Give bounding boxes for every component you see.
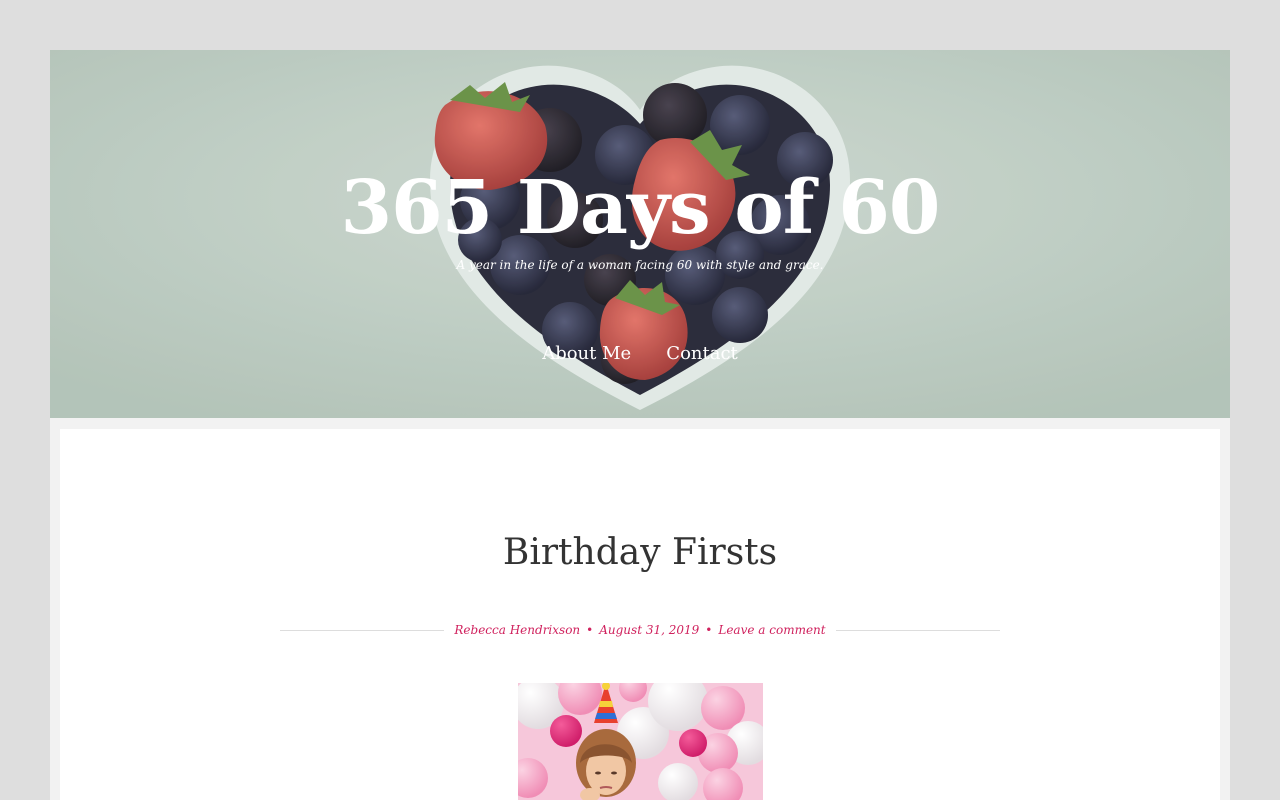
post-meta: Rebecca Hendrixson • August 31, 2019 • Leave… (60, 619, 1220, 641)
post-author-link[interactable]: Rebecca Hendrixson (454, 623, 580, 637)
page-wrapper: 365 Days of 60 A year in the life of a w… (50, 50, 1230, 800)
meta-separator: • (705, 623, 713, 637)
post-title[interactable]: Birthday Firsts (60, 526, 1220, 580)
leave-comment-link[interactable]: Leave a comment (718, 623, 825, 637)
site-tagline: A year in the life of a woman facing 60 … (456, 258, 824, 272)
primary-nav: About Me Contact (50, 342, 1230, 366)
site-header: 365 Days of 60 A year in the life of a w… (50, 50, 1230, 418)
post-content-card: Birthday Firsts Rebecca Hendrixson • Augus… (60, 429, 1220, 800)
post-featured-image (518, 683, 763, 800)
post-date-link[interactable]: August 31, 2019 (599, 623, 699, 637)
site-title[interactable]: 365 Days of 60 (50, 160, 1230, 256)
nav-item-contact[interactable]: Contact (666, 342, 737, 366)
nav-item-about-me[interactable]: About Me (542, 342, 631, 366)
meta-separator: • (586, 623, 594, 637)
